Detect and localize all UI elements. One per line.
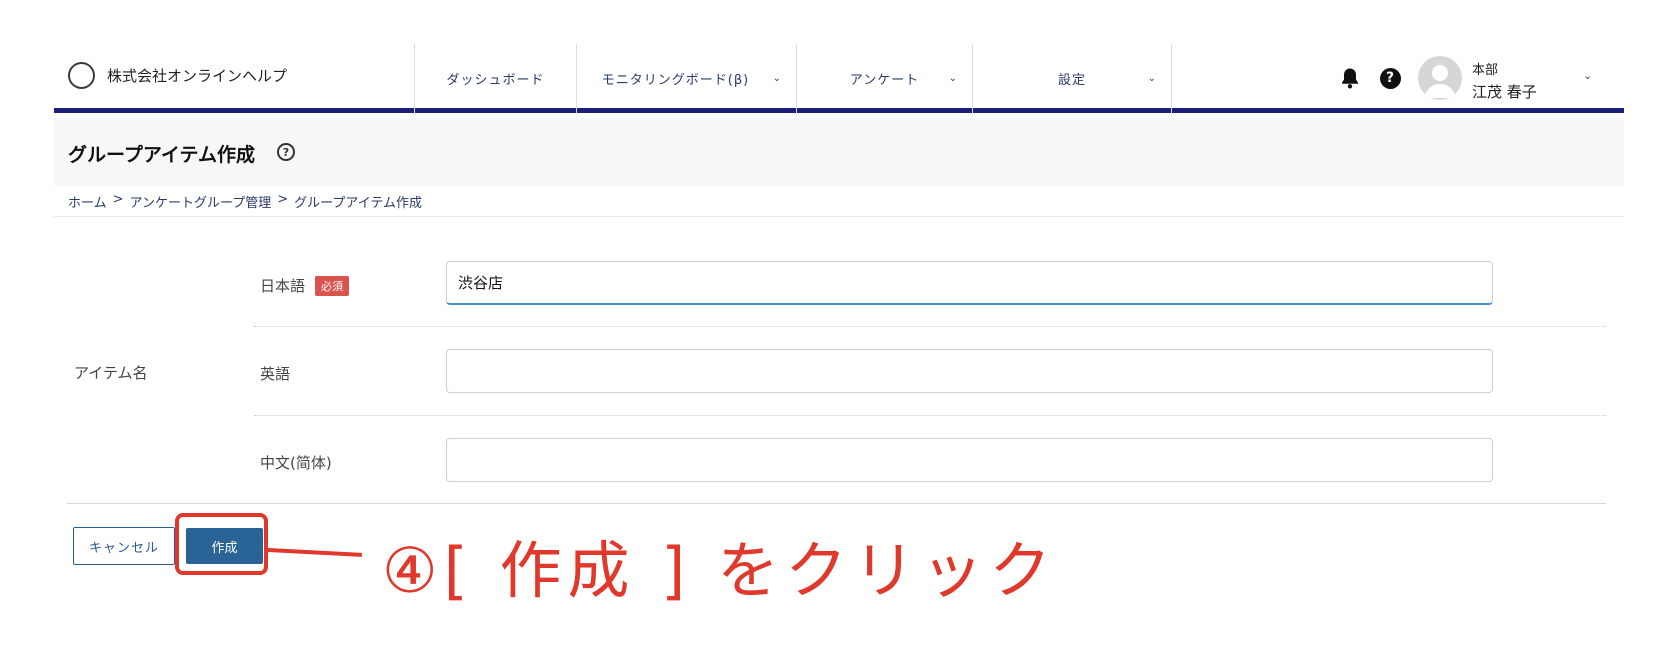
english-name-input[interactable] — [446, 349, 1493, 393]
nav-dashboard-label: ダッシュボード — [446, 73, 545, 88]
nav-divider — [1171, 44, 1172, 113]
company-name: 株式会社オンラインヘルプ — [107, 67, 288, 85]
brand[interactable]: 株式会社オンラインヘルプ — [68, 62, 287, 89]
nav-survey-label: アンケート — [849, 73, 920, 88]
title-help-icon[interactable]: ? — [277, 143, 295, 161]
breadcrumb-divider — [54, 216, 1624, 217]
avatar[interactable] — [1418, 56, 1462, 100]
breadcrumb: ホーム > アンケートグループ管理 > グループアイテム作成 — [68, 192, 422, 211]
row-divider — [254, 326, 1606, 327]
japanese-name-input[interactable] — [446, 261, 1493, 305]
nav-monitoring-board[interactable]: モニタリングボード(β) ⌄ — [576, 44, 796, 113]
chinese-name-input[interactable] — [446, 438, 1493, 482]
nav-settings-label: 設定 — [1057, 73, 1086, 88]
top-header: 株式会社オンラインヘルプ ダッシュボード モニタリングボード(β) ⌄ アンケー… — [54, 44, 1624, 113]
bell-icon[interactable] — [1339, 67, 1361, 89]
field-label-english: 英語 — [260, 363, 290, 384]
annotation-instruction: ④[ 作成 ] をクリック — [382, 534, 1058, 607]
chevron-down-icon: ⌄ — [772, 73, 782, 84]
annotation-callout-line — [267, 548, 362, 557]
cancel-button[interactable]: キャンセル — [73, 527, 175, 565]
page-title-bar: グループアイテム作成 ? — [54, 118, 1624, 186]
breadcrumb-separator: > — [277, 192, 289, 207]
item-name-label: アイテム名 — [74, 364, 148, 382]
chinese-label: 中文(简体) — [260, 454, 332, 472]
question-icon[interactable]: ? — [1379, 67, 1401, 89]
japanese-label: 日本語 — [260, 277, 306, 295]
user-menu-chevron-icon[interactable]: ⌄ — [1583, 69, 1592, 82]
nav-survey[interactable]: アンケート ⌄ — [796, 44, 972, 113]
field-label-chinese: 中文(简体) — [260, 452, 332, 473]
user-department: 本部 — [1472, 63, 1499, 78]
form-divider — [67, 503, 1606, 504]
nav-dashboard[interactable]: ダッシュボード — [414, 44, 576, 113]
breadcrumb-survey-group[interactable]: アンケートグループ管理 — [130, 192, 272, 211]
english-label: 英語 — [260, 365, 291, 383]
nav-settings[interactable]: 設定 ⌄ — [972, 44, 1171, 113]
annotation-highlight-box — [175, 513, 268, 575]
page-title: グループアイテム作成 — [68, 144, 255, 166]
row-divider — [254, 415, 1606, 416]
breadcrumb-home[interactable]: ホーム — [68, 192, 107, 211]
nav-monitoring-board-label: モニタリングボード(β) — [601, 73, 750, 88]
field-label-japanese: 日本語 必須 — [260, 275, 350, 296]
breadcrumb-current: グループアイテム作成 — [294, 196, 423, 211]
chevron-down-icon: ⌄ — [1147, 73, 1157, 84]
breadcrumb-separator: > — [112, 192, 124, 207]
required-badge: 必須 — [315, 275, 350, 296]
company-logo-icon — [68, 62, 95, 89]
chevron-down-icon: ⌄ — [948, 73, 958, 84]
user-name: 江茂 春子 — [1472, 83, 1537, 101]
